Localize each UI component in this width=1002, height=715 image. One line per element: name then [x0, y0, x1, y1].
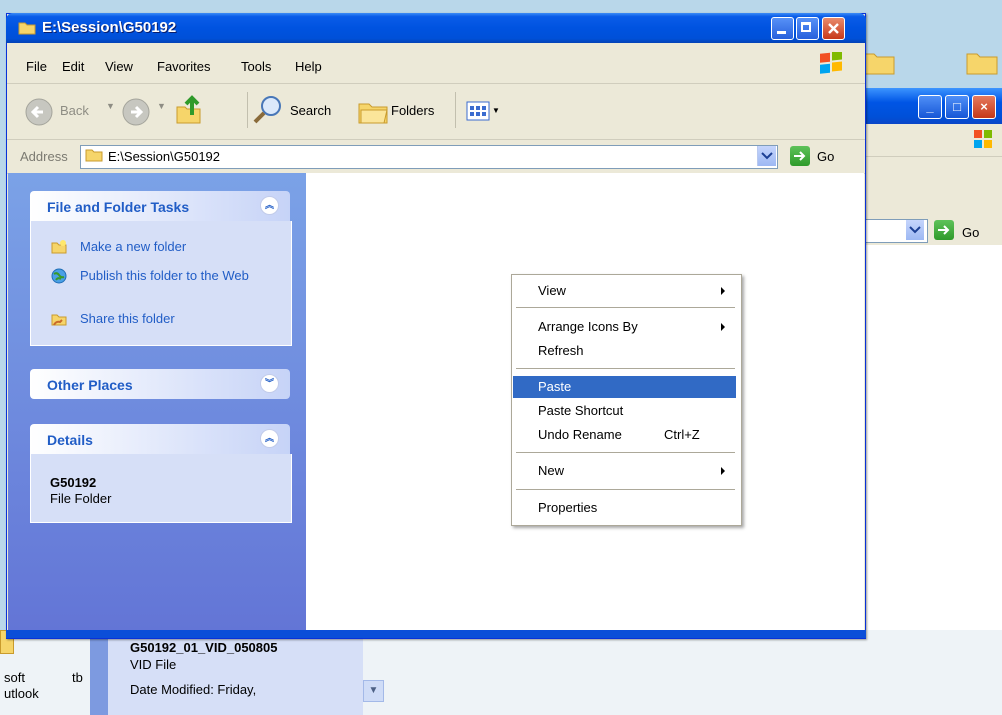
menu-favorites[interactable]: Favorites [157, 59, 210, 74]
details-item-type: File Folder [50, 491, 112, 506]
toolbar-separator [247, 92, 248, 128]
window-title: E:\Session\G50192 [42, 19, 177, 36]
background-taskpane-strip [90, 632, 108, 715]
background-detail-modified: Date Modified: Friday, [130, 682, 257, 697]
desktop-folder-icon[interactable] [862, 48, 896, 76]
minimize-icon [777, 31, 786, 34]
context-menu-view[interactable]: View [538, 283, 566, 298]
context-menu-properties[interactable]: Properties [538, 500, 597, 515]
toolbar-separator [455, 92, 456, 128]
desktop-folder-icon[interactable] [965, 48, 999, 76]
chevron-down-icon [909, 226, 921, 234]
close-icon[interactable]: × [972, 95, 996, 119]
maximize-icon [801, 22, 811, 32]
menu-edit[interactable]: Edit [62, 59, 84, 74]
publish-folder-link[interactable]: Publish this folder to the Web [80, 268, 260, 283]
desktop-label-tb[interactable]: tb [72, 670, 83, 685]
up-folder-icon[interactable] [174, 93, 204, 127]
chevron-down-icon[interactable]: ▼ [492, 106, 500, 115]
share-folder-icon [51, 314, 67, 326]
search-button-label[interactable]: Search [290, 103, 331, 118]
collapse-icon[interactable]: ︽ [260, 196, 279, 215]
submenu-arrow-icon [721, 287, 725, 295]
submenu-arrow-icon [721, 323, 725, 331]
new-folder-icon [51, 240, 67, 254]
folders-icon[interactable] [357, 96, 389, 126]
chevron-down-icon[interactable]: ▼ [106, 101, 115, 111]
folders-button-label[interactable]: Folders [391, 103, 434, 118]
details-title[interactable]: Details [47, 432, 93, 448]
address-value[interactable]: E:\Session\G50192 [108, 149, 220, 164]
context-menu-paste[interactable]: Paste [538, 379, 571, 394]
context-menu-separator [516, 307, 735, 308]
submenu-arrow-icon [721, 467, 725, 475]
other-places-title[interactable]: Other Places [47, 377, 133, 393]
right-arrow-icon [938, 225, 950, 235]
collapse-icon[interactable]: ︽ [260, 429, 279, 448]
address-label: Address [20, 149, 68, 164]
menu-tools[interactable]: Tools [241, 59, 271, 74]
folder-icon [85, 149, 103, 162]
details-item-name: G50192 [50, 475, 97, 490]
background-go-label[interactable]: Go [962, 225, 979, 240]
chevron-down-icon[interactable]: ▼ [157, 101, 166, 111]
context-menu-arrange-icons-by[interactable]: Arrange Icons By [538, 319, 638, 334]
go-label[interactable]: Go [817, 149, 834, 164]
context-menu-paste-shortcut[interactable]: Paste Shortcut [538, 403, 623, 418]
menu-bar [7, 43, 865, 84]
globe-icon [51, 268, 67, 284]
share-folder-link[interactable]: Share this folder [80, 311, 175, 326]
make-new-folder-link[interactable]: Make a new folder [80, 239, 186, 254]
maximize-button[interactable] [796, 17, 819, 40]
desktop-label-utlook[interactable]: utlook [4, 686, 39, 701]
window-bottom-border [6, 630, 866, 638]
context-menu-undo-shortcut: Ctrl+Z [664, 427, 700, 442]
file-folder-tasks-title[interactable]: File and Folder Tasks [47, 199, 189, 215]
back-arrow-icon[interactable] [24, 97, 54, 127]
forward-arrow-icon[interactable] [121, 97, 151, 127]
address-dropdown-button[interactable] [757, 146, 776, 166]
minimize-icon[interactable]: _ [918, 95, 942, 119]
close-icon [828, 23, 839, 34]
back-button-label[interactable]: Back [60, 103, 89, 118]
views-icon[interactable] [466, 101, 490, 121]
search-icon[interactable] [252, 94, 284, 126]
go-button[interactable] [790, 146, 810, 166]
context-menu-new[interactable]: New [538, 463, 564, 478]
minimize-button[interactable] [771, 17, 794, 40]
menu-help[interactable]: Help [295, 59, 322, 74]
windows-logo-icon [974, 130, 992, 148]
desktop-label-soft[interactable]: soft [4, 670, 25, 685]
context-menu-undo-rename[interactable]: Undo Rename [538, 427, 622, 442]
background-content-area [855, 245, 1002, 630]
expand-icon[interactable]: ︾ [260, 374, 279, 393]
chevron-down-icon [761, 152, 773, 160]
folder-icon [18, 22, 36, 35]
windows-logo-icon [820, 52, 842, 74]
context-menu-separator [516, 489, 735, 490]
right-arrow-icon [794, 151, 806, 161]
close-button[interactable] [822, 17, 845, 40]
background-detail-type: VID File [130, 657, 177, 672]
menu-view[interactable]: View [105, 59, 133, 74]
context-menu-separator [516, 452, 735, 453]
context-menu-refresh[interactable]: Refresh [538, 343, 584, 358]
background-detail-name: G50192_01_VID_050805 [130, 640, 278, 655]
context-menu-separator [516, 368, 735, 369]
menu-file[interactable]: File [26, 59, 47, 74]
chevron-down-icon[interactable]: ▼ [363, 680, 384, 702]
maximize-icon[interactable]: □ [945, 95, 969, 119]
